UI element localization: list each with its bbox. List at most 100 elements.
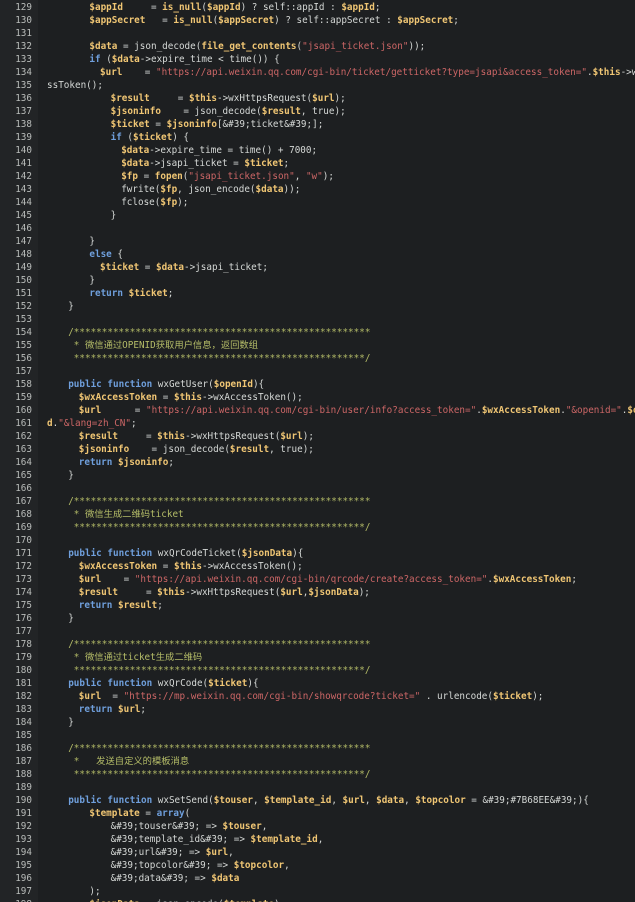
code-text: ****************************************…	[68, 664, 371, 677]
line-number: 155	[15, 340, 32, 351]
code-token: $appSecret	[89, 15, 146, 26]
code-line: 136 $result = $this->wxHttpsRequest($url)…	[0, 92, 635, 105]
code-token: }	[68, 470, 74, 481]
code-line: 185	[0, 729, 635, 742]
code-token: $url	[312, 93, 335, 104]
code-token: $fp	[121, 171, 138, 182]
line-number: 160	[15, 405, 32, 416]
code-token: return	[78, 600, 113, 611]
code-line: 179 * 微信通过ticket生成二维码	[0, 651, 635, 664]
line-number: 181	[15, 678, 32, 689]
code-token: $appSecret	[218, 15, 275, 26]
code-line: 148 else {	[0, 248, 635, 261]
code-token: $this	[173, 561, 202, 572]
code-token: (	[184, 808, 191, 819]
line-number: 164	[15, 457, 32, 468]
code-text: * 发送自定义的模板消息	[68, 755, 189, 768]
code-token: =	[101, 574, 135, 585]
code-token: fwrite(	[121, 184, 161, 195]
line-number: 152	[15, 301, 32, 312]
code-token: =	[139, 808, 157, 819]
code-line: 134 $url = "https://api.weixin.qq.com/cgi…	[0, 66, 635, 79]
line-number: 149	[15, 262, 32, 273]
code-line: 189	[0, 781, 635, 794]
line-number: 138	[15, 119, 32, 130]
code-token: ->expire_time = time() + 7000;	[149, 145, 318, 156]
code-line: 195 &#39;topcolor&#39; => $topcolor,	[0, 859, 635, 872]
code-text: $ticket = $data->jsapi_ticket;	[100, 261, 268, 274]
code-text: * 微信通过OPENID获取用户信息，返回数组	[68, 339, 258, 352]
line-number: 193	[15, 834, 32, 845]
code-token: $ticket	[100, 262, 140, 273]
code-token: =	[122, 2, 163, 13]
code-token: $appId	[206, 2, 241, 13]
code-token: ->wxAccessToken();	[201, 392, 303, 403]
code-text: fwrite($fp, json_encode($data));	[121, 183, 300, 196]
code-token: $url	[342, 795, 365, 806]
line-number: 150	[15, 275, 32, 286]
code-line: 173 $url = "https://api.weixin.qq.com/cgi…	[0, 573, 635, 586]
code-token: public	[68, 795, 102, 806]
code-token: $result	[229, 444, 270, 455]
code-text: );	[89, 885, 100, 898]
code-line: 174 $result = $this->wxHttpsRequest($url,…	[0, 586, 635, 599]
code-token: $template_id	[264, 795, 332, 806]
line-number: 166	[15, 483, 32, 494]
code-token: ->jsapi_ticket;	[183, 262, 268, 273]
code-token: "https://api.weixin.qq.com/cgi-bin/user/…	[145, 405, 477, 416]
code-token: if	[110, 132, 122, 143]
code-token: $wxAccessToken	[78, 561, 158, 572]
code-line: 171 public function wxQrCodeTicket($jsonD…	[0, 547, 635, 560]
code-token: $ticket	[128, 288, 168, 299]
code-token: $appId	[341, 2, 375, 13]
code-token: $jsoninfo	[110, 106, 161, 117]
code-token: $appId	[89, 2, 123, 13]
code-token: =	[149, 93, 189, 104]
code-line: 170	[0, 534, 635, 547]
code-line: 150}	[0, 274, 635, 287]
code-text: ssToken();	[47, 79, 103, 92]
code-line: 146	[0, 222, 635, 235]
code-editor[interactable]: 129 $appId = is_null($appId) ? self::appI…	[0, 0, 635, 902]
code-token: &#39;data&#39; =>	[110, 873, 212, 884]
line-number: 190	[15, 795, 32, 806]
code-text: &#39;data&#39; => $data	[111, 872, 240, 885]
code-token: );	[177, 197, 189, 208]
code-token: $url	[205, 847, 229, 858]
code-token: /***************************************…	[68, 496, 371, 507]
code-text: $result = $this->wxHttpsRequest($url);	[79, 430, 314, 443]
line-number: 178	[15, 639, 32, 650]
line-number: 133	[15, 54, 32, 65]
code-token: public	[68, 379, 102, 390]
code-line: 196 &#39;data&#39; => $data	[0, 872, 635, 885]
code-lines: 129 $appId = is_null($appId) ? self::appI…	[0, 1, 635, 902]
code-token: /***************************************…	[68, 639, 371, 650]
line-number: 167	[15, 496, 32, 507]
code-token: $url	[118, 704, 141, 715]
line-number: 131	[15, 28, 32, 39]
code-token: ){	[247, 678, 259, 689]
code-token: "https://api.weixin.qq.com/cgi-bin/ticke…	[155, 67, 587, 78]
line-number: 198	[0, 898, 32, 902]
code-token: =	[137, 171, 155, 182]
code-line: 132 $data = json_decode(file_get_contents…	[0, 40, 635, 53]
line-number: 139	[15, 132, 32, 143]
code-line: 143 fwrite($fp, json_encode($data));	[0, 183, 635, 196]
code-token: fclose(	[121, 197, 161, 208]
code-text: $url = "https://api.weixin.qq.com/cgi-bi…	[79, 404, 635, 417]
code-line: 156 ************************************…	[0, 352, 635, 365]
code-text: $ticket = $jsoninfo[&#39;ticket&#39;];	[111, 118, 324, 131]
code-line: 141 $data->jsapi_ticket = $ticket;	[0, 157, 635, 170]
code-line: 130 $appSecret = is_null($appSecret) ? se…	[0, 14, 635, 27]
code-line: 154 /************************************…	[0, 326, 635, 339]
code-token: ,	[228, 847, 234, 858]
code-token: * 微信通过ticket生成二维码	[68, 652, 203, 663]
code-token: "jsapi_ticket.json"	[302, 41, 409, 52]
code-token: wxQrCode(	[152, 678, 209, 689]
code-token: =	[139, 262, 156, 273]
line-number: 171	[15, 548, 32, 559]
code-token: ));	[408, 41, 426, 52]
code-token: ;	[374, 2, 381, 13]
code-token: "https://api.weixin.qq.com/cgi-bin/qrcod…	[134, 574, 488, 585]
code-line: 163 $jsoninfo = json_decode($result, true…	[0, 443, 635, 456]
